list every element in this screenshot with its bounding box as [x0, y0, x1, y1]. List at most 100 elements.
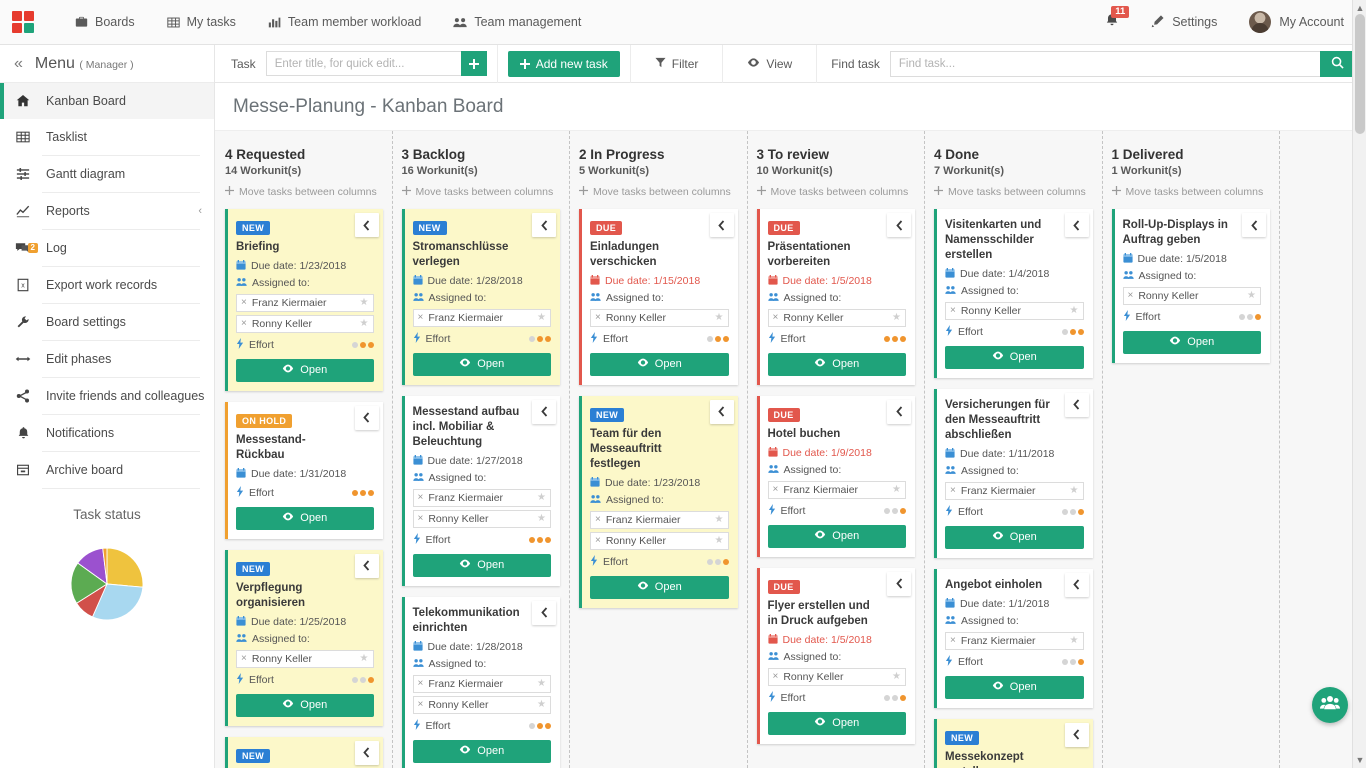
task-card[interactable]: DUE Flyer erstellen und in Druck aufgeben… [756, 567, 915, 744]
move-tasks-link[interactable]: Move tasks between columns [934, 186, 1093, 198]
task-card[interactable]: NEW Briefing Due date: 1/23/2018 Assigned t… [225, 209, 383, 391]
card-collapse-button[interactable] [532, 399, 556, 424]
sidebar-item-edit-phases[interactable]: Edit phases [0, 341, 214, 377]
card-collapse-button[interactable] [532, 213, 556, 237]
card-collapse-button[interactable] [532, 600, 556, 625]
chevron-left-icon[interactable]: ‹ [198, 205, 214, 217]
card-collapse-button[interactable] [1064, 392, 1089, 417]
scrollbar-thumb[interactable] [1355, 14, 1365, 134]
scroll-down-arrow[interactable]: ▼ [1353, 755, 1366, 765]
star-icon[interactable]: ★ [537, 699, 546, 710]
task-card[interactable]: Visitenkarten und Namensschilder erstell… [934, 209, 1093, 378]
remove-assignee-icon[interactable]: × [1128, 290, 1134, 301]
notifications-button[interactable]: 11 [1091, 0, 1133, 45]
star-icon[interactable]: ★ [1070, 305, 1079, 316]
open-task-button[interactable]: Open [412, 739, 551, 763]
scroll-up-arrow[interactable]: ▲ [1353, 3, 1366, 13]
task-card[interactable]: DUE Hotel buchen Due date: 1/9/2018 Assigne… [756, 395, 915, 557]
card-collapse-button[interactable] [709, 399, 734, 424]
my-account-button[interactable]: My Account [1235, 0, 1350, 45]
star-icon[interactable]: ★ [892, 484, 901, 495]
star-icon[interactable]: ★ [537, 513, 546, 524]
remove-assignee-icon[interactable]: × [950, 635, 956, 646]
task-card[interactable]: ON HOLD Messestand-Rückbau Due date: 1/31/… [225, 401, 383, 539]
remove-assignee-icon[interactable]: × [241, 318, 247, 329]
remove-assignee-icon[interactable]: × [241, 653, 247, 664]
assignee-chip[interactable]: × Franz Kiermaier ★ [945, 481, 1084, 500]
move-tasks-link[interactable]: Move tasks between columns [579, 186, 738, 198]
assignee-chip[interactable]: × Ronny Keller ★ [236, 314, 374, 333]
assignee-chip[interactable]: × Ronny Keller ★ [412, 695, 551, 714]
open-task-button[interactable]: Open [767, 524, 906, 548]
star-icon[interactable]: ★ [537, 312, 546, 323]
remove-assignee-icon[interactable]: × [418, 492, 424, 503]
topnav-item-my-tasks[interactable]: My tasks [151, 0, 252, 45]
star-icon[interactable]: ★ [892, 671, 901, 682]
remove-assignee-icon[interactable]: × [418, 699, 424, 710]
move-tasks-link[interactable]: Move tasks between columns [1111, 186, 1271, 198]
task-card[interactable]: NEW Team für den Messeauftritt festlegen D… [579, 395, 738, 608]
page-scrollbar[interactable]: ▲ ▼ [1352, 0, 1366, 768]
assignee-chip[interactable]: × Ronny Keller ★ [590, 308, 729, 327]
chevron-double-left-icon[interactable]: « [14, 55, 23, 72]
open-task-button[interactable]: Open [767, 711, 906, 735]
assignee-chip[interactable]: × Ronny Keller ★ [412, 509, 551, 528]
open-task-button[interactable]: Open [236, 693, 374, 717]
sidebar-item-archive-board[interactable]: Archive board [0, 452, 214, 488]
remove-assignee-icon[interactable]: × [595, 514, 601, 525]
remove-assignee-icon[interactable]: × [418, 678, 424, 689]
card-collapse-button[interactable] [354, 405, 379, 430]
assignee-chip[interactable]: × Franz Kiermaier ★ [412, 488, 551, 507]
card-collapse-button[interactable] [354, 213, 379, 237]
remove-assignee-icon[interactable]: × [773, 312, 779, 323]
assignee-chip[interactable]: × Ronny Keller ★ [590, 531, 729, 550]
quick-add-button[interactable] [460, 51, 487, 76]
remove-assignee-icon[interactable]: × [950, 305, 956, 316]
card-collapse-button[interactable] [887, 571, 911, 596]
card-collapse-button[interactable] [354, 740, 379, 765]
open-task-button[interactable]: Open [945, 525, 1084, 549]
remove-assignee-icon[interactable]: × [950, 485, 956, 496]
sidebar-item-log[interactable]: 2 Log [0, 230, 214, 266]
task-card[interactable]: NEWPersonalschulungDue date: 1/26/2018As… [225, 736, 383, 768]
star-icon[interactable]: ★ [537, 492, 546, 503]
open-task-button[interactable]: Open [412, 352, 551, 376]
assignee-chip[interactable]: × Franz Kiermaier ★ [236, 293, 374, 312]
assignee-chip[interactable]: × Franz Kiermaier ★ [590, 510, 729, 529]
star-icon[interactable]: ★ [360, 318, 369, 329]
star-icon[interactable]: ★ [537, 678, 546, 689]
move-tasks-link[interactable]: Move tasks between columns [756, 186, 916, 198]
star-icon[interactable]: ★ [715, 312, 724, 323]
move-tasks-link[interactable]: Move tasks between columns [225, 186, 383, 198]
open-task-button[interactable]: Open [236, 358, 374, 382]
card-collapse-button[interactable] [1064, 722, 1089, 747]
sidebar-item-reports[interactable]: Reports ‹ [0, 193, 214, 229]
star-icon[interactable]: ★ [715, 535, 724, 546]
remove-assignee-icon[interactable]: × [595, 312, 601, 323]
task-card[interactable]: Messestand aufbau incl. Mobiliar & Beleu… [401, 395, 560, 586]
open-task-button[interactable]: Open [767, 352, 906, 376]
view-button[interactable]: View [733, 45, 806, 83]
assignee-chip[interactable]: × Ronny Keller ★ [945, 301, 1084, 320]
open-task-button[interactable]: Open [590, 575, 729, 599]
star-icon[interactable]: ★ [1247, 290, 1256, 301]
star-icon[interactable]: ★ [1070, 485, 1079, 496]
task-card[interactable]: NEW Verpflegung organisieren Due date: 1/2… [225, 549, 383, 726]
topnav-item-boards[interactable]: Boards [59, 0, 151, 45]
add-new-task-button[interactable]: Add new task [507, 50, 620, 77]
open-task-button[interactable]: Open [590, 352, 729, 376]
open-task-button[interactable]: Open [1122, 330, 1261, 354]
remove-assignee-icon[interactable]: × [773, 671, 779, 682]
filter-button[interactable]: Filter [641, 45, 713, 83]
open-task-button[interactable]: Open [236, 506, 374, 530]
star-icon[interactable]: ★ [360, 653, 369, 664]
remove-assignee-icon[interactable]: × [418, 513, 424, 524]
card-collapse-button[interactable] [1064, 213, 1089, 237]
assignee-chip[interactable]: × Ronny Keller ★ [767, 667, 906, 686]
task-card[interactable]: Roll-Up-Displays in Auftrag geben Due dat… [1111, 209, 1270, 363]
task-card[interactable]: DUE Einladungen verschicken Due date: 1/15… [579, 209, 738, 385]
find-task-input[interactable] [889, 50, 1320, 77]
assignee-chip[interactable]: × Ronny Keller ★ [767, 308, 906, 327]
sidebar-item-tasklist[interactable]: Tasklist [0, 119, 214, 155]
card-collapse-button[interactable] [887, 213, 911, 237]
